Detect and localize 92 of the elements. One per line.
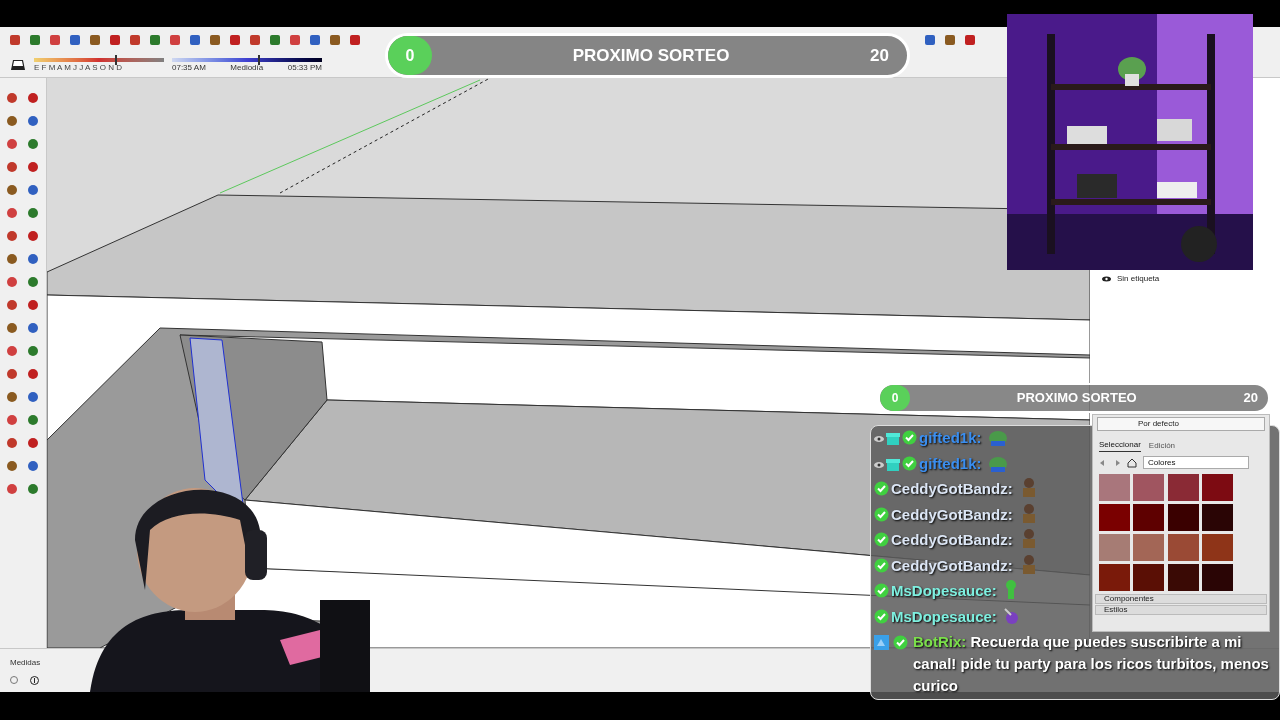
tool-icon[interactable]: [4, 366, 20, 382]
chat-username: CeddyGotBandz:: [891, 480, 1013, 497]
color-swatch[interactable]: [1099, 564, 1130, 591]
color-swatch[interactable]: [1099, 534, 1130, 561]
tool-icon[interactable]: [328, 33, 342, 47]
tool-icon[interactable]: [288, 33, 302, 47]
shadow-icon[interactable]: [10, 58, 26, 72]
tool-icon[interactable]: [4, 297, 20, 313]
color-swatch[interactable]: [1201, 564, 1233, 591]
time-label: 07:35 AM: [172, 62, 206, 73]
tool-icon[interactable]: [4, 412, 20, 428]
library-dropdown[interactable]: Colores: [1143, 456, 1249, 469]
tool-icon[interactable]: [308, 33, 322, 47]
tool-icon[interactable]: [28, 33, 42, 47]
progress-count: 0: [404, 45, 416, 66]
tool-icon[interactable]: [4, 90, 20, 106]
tool-icon[interactable]: [148, 33, 162, 47]
chat-username: CeddyGotBandz:: [891, 505, 1013, 523]
tool-icon[interactable]: [963, 33, 977, 47]
tool-icon[interactable]: [4, 458, 20, 474]
tool-icon[interactable]: [923, 33, 937, 47]
tool-icon[interactable]: [128, 33, 142, 47]
month-slider-thumb[interactable]: [114, 54, 117, 65]
color-swatch[interactable]: [1167, 534, 1199, 561]
tool-icon[interactable]: [4, 481, 20, 497]
tool-icon[interactable]: [188, 33, 202, 47]
tool-icon[interactable]: [268, 33, 282, 47]
time-slider-thumb[interactable]: [257, 54, 260, 65]
measurements-label: Medidas: [10, 657, 41, 669]
giveaway-title: PROXIMO SORTEO: [571, 44, 731, 67]
tool-icon[interactable]: [4, 343, 20, 359]
color-swatch[interactable]: [1201, 474, 1233, 501]
chat-username: gifted1k:: [919, 429, 982, 446]
tool-icon[interactable]: [4, 435, 20, 451]
tool-icon[interactable]: [4, 205, 20, 221]
color-swatch[interactable]: [1133, 534, 1165, 561]
tool-icon[interactable]: [168, 33, 182, 47]
material-name-field[interactable]: Por defecto: [1097, 417, 1265, 431]
progress-count: 0: [890, 390, 900, 407]
chat-username: MsDopesauce:: [891, 607, 997, 625]
chat-username: CeddyGotBandz:: [891, 531, 1013, 548]
forward-icon[interactable]: [1113, 458, 1121, 467]
color-swatch[interactable]: [1167, 474, 1199, 501]
home-icon[interactable]: [1127, 457, 1137, 468]
tool-icon[interactable]: [48, 33, 62, 47]
tool-icon[interactable]: [4, 389, 20, 405]
color-swatch[interactable]: [1201, 534, 1233, 561]
chat-username: MsDopesauce:: [891, 582, 997, 599]
month-scale: E F M A M J J A S O N D: [34, 62, 124, 73]
color-swatch[interactable]: [1167, 564, 1199, 591]
tool-icon[interactable]: [228, 33, 242, 47]
giveaway-title: PROXIMO SORTEO: [1015, 389, 1138, 408]
color-swatch[interactable]: [1099, 504, 1130, 531]
tool-icon[interactable]: [4, 182, 20, 198]
giveaway-goal: 20: [1243, 389, 1258, 408]
tool-icon[interactable]: [248, 33, 262, 47]
color-swatch[interactable]: [1133, 474, 1165, 501]
giveaway-goal: 20: [870, 44, 889, 67]
color-swatch[interactable]: [1099, 474, 1130, 501]
color-swatch[interactable]: [1133, 564, 1165, 591]
tool-icon[interactable]: [4, 159, 20, 175]
panel-section-header[interactable]: Estilos: [1095, 605, 1267, 615]
tool-icon[interactable]: [943, 33, 957, 47]
color-swatch[interactable]: [1167, 504, 1199, 531]
back-icon[interactable]: [1099, 458, 1107, 467]
tool-icon[interactable]: [4, 320, 20, 336]
time-label: 05:33 PM: [287, 62, 322, 73]
chat-message: BotRix: Recuerda que puedes suscribirte a mi canal! pide tu party para los ricos turbitos, menos curico: [913, 632, 1270, 696]
eye-icon[interactable]: [1102, 276, 1111, 282]
tool-icon[interactable]: [4, 136, 20, 152]
time-label: Mediodía: [230, 62, 264, 73]
tool-icon[interactable]: [88, 33, 102, 47]
tool-icon[interactable]: [4, 113, 20, 129]
tool-icon[interactable]: [4, 274, 20, 290]
tool-icon[interactable]: [68, 33, 82, 47]
tool-icon[interactable]: [208, 33, 222, 47]
month-slider[interactable]: [34, 57, 164, 62]
chat-username: gifted1k:: [919, 454, 982, 472]
tool-icon[interactable]: [8, 33, 22, 47]
chat-username: CeddyGotBandz:: [891, 556, 1013, 574]
geolocation-icon[interactable]: [10, 676, 18, 684]
tag-label[interactable]: Sin etiqueta: [1117, 273, 1160, 285]
panel-tab[interactable]: Seleccionar: [1099, 439, 1141, 452]
tool-icon[interactable]: [4, 251, 20, 267]
panel-tab[interactable]: Edición: [1148, 439, 1176, 452]
panel-section-header[interactable]: Componentes: [1095, 594, 1267, 604]
tool-icon[interactable]: [4, 228, 20, 244]
color-swatch[interactable]: [1133, 504, 1165, 531]
color-swatch[interactable]: [1201, 504, 1233, 531]
tool-icon[interactable]: [108, 33, 122, 47]
tool-icon[interactable]: [348, 33, 362, 47]
time-slider[interactable]: [172, 57, 322, 62]
